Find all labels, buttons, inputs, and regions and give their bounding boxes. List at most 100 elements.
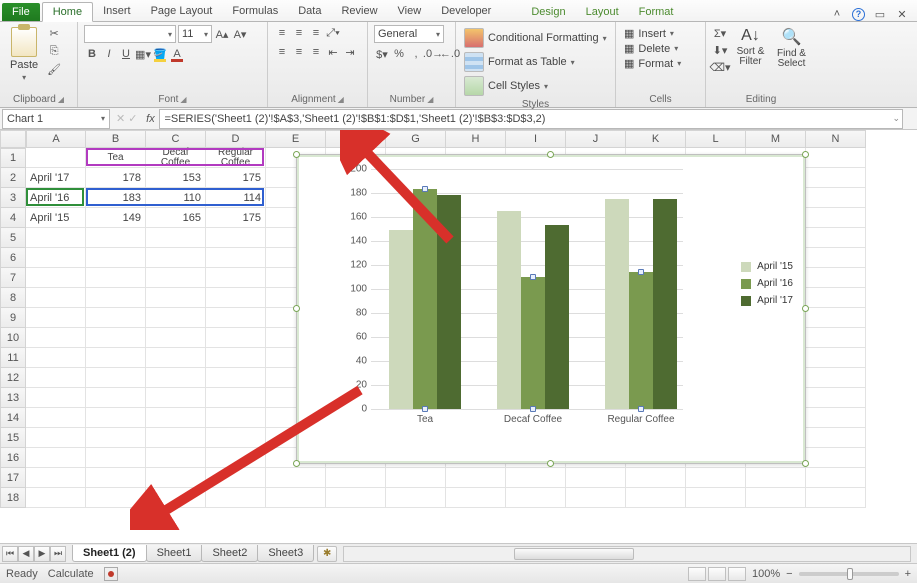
sheet-nav-last[interactable]: ⏭	[50, 546, 66, 562]
shrink-font-icon[interactable]: A▾	[232, 26, 248, 42]
normal-view-button[interactable]	[688, 567, 706, 581]
cell[interactable]: 149	[86, 208, 146, 228]
fill-color-button[interactable]: 🪣	[152, 46, 168, 62]
cell[interactable]	[806, 168, 866, 188]
cell[interactable]	[26, 308, 86, 328]
align-center-icon[interactable]: ≡	[291, 44, 307, 60]
align-middle-icon[interactable]: ≡	[291, 25, 307, 41]
align-bottom-icon[interactable]: ≡	[308, 25, 324, 41]
tab-review[interactable]: Review	[331, 2, 387, 21]
cell[interactable]	[806, 308, 866, 328]
row-header[interactable]: 5	[0, 228, 26, 248]
autosum-icon[interactable]: Σ▾	[712, 25, 728, 41]
cell[interactable]	[206, 488, 266, 508]
cell[interactable]	[86, 288, 146, 308]
bar[interactable]	[545, 225, 569, 409]
cell[interactable]	[206, 268, 266, 288]
row-header[interactable]: 7	[0, 268, 26, 288]
dialog-launcher-icon[interactable]: ◢	[58, 95, 64, 104]
cell[interactable]	[686, 488, 746, 508]
bar[interactable]	[497, 211, 521, 409]
cell[interactable]	[806, 368, 866, 388]
conditional-formatting-button[interactable]: Conditional Formatting▾	[462, 27, 609, 49]
cell[interactable]	[566, 468, 626, 488]
cells-delete-button[interactable]: ▦Delete▾	[622, 42, 680, 55]
legend-item[interactable]: April '15	[741, 261, 793, 272]
sheet-nav-prev[interactable]: ◀	[18, 546, 34, 562]
orientation-icon[interactable]: ⤢▾	[325, 25, 341, 41]
bar-group[interactable]: Decaf Coffee	[497, 211, 569, 409]
sheet-tab[interactable]: Sheet1 (2)	[72, 545, 147, 562]
name-box[interactable]: Chart 1▾	[2, 109, 110, 129]
cell[interactable]	[146, 248, 206, 268]
cell[interactable]	[386, 488, 446, 508]
sheet-tab[interactable]: Sheet3	[257, 545, 314, 562]
cell[interactable]	[206, 328, 266, 348]
cell[interactable]	[206, 428, 266, 448]
cell[interactable]	[26, 488, 86, 508]
cell[interactable]	[26, 428, 86, 448]
cell[interactable]	[806, 348, 866, 368]
cell[interactable]	[806, 288, 866, 308]
cell[interactable]	[86, 228, 146, 248]
column-header[interactable]: N	[806, 130, 866, 148]
cell[interactable]	[26, 268, 86, 288]
sort-filter-button[interactable]: A↓ Sort & Filter	[732, 25, 769, 69]
cell[interactable]	[146, 448, 206, 468]
format-painter-icon[interactable]: 🖌	[46, 61, 62, 77]
cell[interactable]	[206, 288, 266, 308]
column-header[interactable]: H	[446, 130, 506, 148]
cell[interactable]	[146, 388, 206, 408]
column-header[interactable]: C	[146, 130, 206, 148]
cell[interactable]	[806, 248, 866, 268]
horizontal-scrollbar[interactable]	[343, 546, 911, 562]
new-sheet-button[interactable]: ✱	[317, 546, 337, 562]
cell[interactable]	[146, 308, 206, 328]
cell[interactable]	[806, 388, 866, 408]
cell[interactable]	[146, 488, 206, 508]
bar[interactable]	[521, 277, 545, 409]
bar[interactable]	[389, 230, 413, 409]
column-header[interactable]: I	[506, 130, 566, 148]
column-header[interactable]: B	[86, 130, 146, 148]
sheet-tab[interactable]: Sheet2	[201, 545, 258, 562]
row-header[interactable]: 12	[0, 368, 26, 388]
align-top-icon[interactable]: ≡	[274, 25, 290, 41]
expand-formula-icon[interactable]: ⌄	[892, 113, 900, 124]
bar[interactable]	[605, 199, 629, 409]
column-header[interactable]: G	[386, 130, 446, 148]
percent-icon[interactable]: %	[391, 46, 407, 62]
cell[interactable]	[326, 488, 386, 508]
cell[interactable]	[146, 428, 206, 448]
cell[interactable]	[86, 328, 146, 348]
cell[interactable]	[86, 368, 146, 388]
cell[interactable]	[446, 468, 506, 488]
cell[interactable]	[206, 308, 266, 328]
bar[interactable]	[653, 199, 677, 409]
cell[interactable]	[86, 348, 146, 368]
cell[interactable]	[146, 228, 206, 248]
column-header[interactable]: K	[626, 130, 686, 148]
legend-item[interactable]: April '17	[741, 295, 793, 306]
cell[interactable]	[206, 468, 266, 488]
row-header[interactable]: 4	[0, 208, 26, 228]
cell[interactable]: Tea	[86, 148, 146, 168]
cell[interactable]	[206, 348, 266, 368]
cell[interactable]	[506, 468, 566, 488]
zoom-out-button[interactable]: −	[786, 568, 792, 580]
chart-plot-area[interactable]: 020406080100120140160180200 TeaDecaf Cof…	[341, 169, 683, 427]
sheet-tab[interactable]: Sheet1	[146, 545, 203, 562]
row-header[interactable]: 10	[0, 328, 26, 348]
cell[interactable]	[146, 368, 206, 388]
help-icon[interactable]: ?	[852, 8, 865, 21]
cell[interactable]	[86, 308, 146, 328]
cell[interactable]	[26, 448, 86, 468]
currency-icon[interactable]: $▾	[374, 46, 390, 62]
sheet-nav-next[interactable]: ▶	[34, 546, 50, 562]
cell[interactable]	[386, 468, 446, 488]
bar-group[interactable]: Tea	[389, 189, 461, 409]
dialog-launcher-icon[interactable]: ◢	[338, 95, 344, 104]
sheet-nav-first[interactable]: ⏮	[2, 546, 18, 562]
cell[interactable]	[206, 228, 266, 248]
page-layout-view-button[interactable]	[708, 567, 726, 581]
